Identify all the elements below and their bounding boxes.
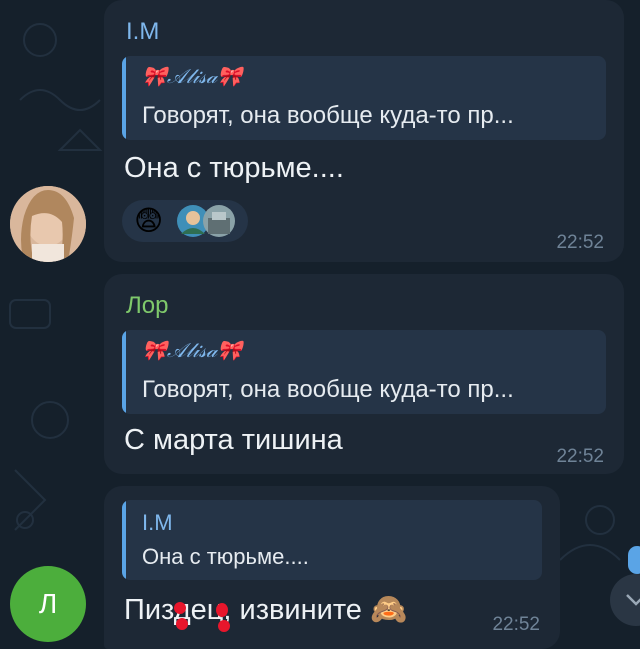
chevron-down-icon: [626, 594, 640, 606]
message-bubble[interactable]: I.M Она с тюрьме.... Пиздец, извините 🙈 …: [104, 486, 560, 649]
unread-indicator: [628, 546, 640, 574]
quote-author: 🎀𝒜𝓁𝒾𝓈𝒶🎀: [142, 338, 243, 362]
text-part: Пи: [124, 594, 162, 626]
message-text: С марта тишина: [124, 424, 343, 456]
quote-author: 🎀𝒜𝓁𝒾𝓈𝒶🎀: [142, 64, 243, 88]
quote-author: I.M: [142, 510, 173, 535]
reaction-emoji[interactable]: 😨: [134, 205, 163, 237]
sender-name[interactable]: Лор: [126, 292, 168, 320]
quote-bar: [122, 330, 126, 414]
message-time: 22:52: [556, 232, 604, 253]
reaction-pill[interactable]: 😨: [122, 200, 248, 242]
reply-quote[interactable]: 🎀𝒜𝓁𝒾𝓈𝒶🎀 Говорят, она вообще куда-то пр..…: [122, 330, 606, 414]
quote-bar: [122, 56, 126, 140]
emoji: 🙈: [369, 593, 408, 626]
quote-text: Она с тюрьме....: [142, 544, 309, 569]
reply-quote[interactable]: 🎀𝒜𝓁𝒾𝓈𝒶🎀 Говорят, она вообще куда-то пр..…: [122, 56, 606, 140]
avatar[interactable]: [10, 186, 86, 262]
message-text: Она с тюрьме....: [124, 152, 344, 184]
message-text: Пиздец, извините 🙈: [124, 592, 407, 627]
sender-name[interactable]: I.M: [126, 18, 159, 46]
message-time: 22:52: [556, 446, 604, 467]
avatar-letter: Л: [38, 588, 58, 619]
avatar[interactable]: Л: [10, 566, 86, 642]
message-bubble[interactable]: Лор 🎀𝒜𝓁𝒾𝓈𝒶🎀 Говорят, она вообще куда-то …: [104, 274, 624, 474]
message-time: 22:52: [492, 614, 540, 635]
quote-text: Говорят, она вообще куда-то пр...: [142, 102, 514, 129]
quote-text: Говорят, она вообще куда-то пр...: [142, 376, 514, 403]
censor-marks: [174, 602, 230, 632]
reply-quote[interactable]: I.M Она с тюрьме....: [122, 500, 542, 580]
sticker-avatar-icon: [203, 205, 235, 237]
message-bubble[interactable]: I.M 🎀𝒜𝓁𝒾𝓈𝒶🎀 Говорят, она вообще куда-то …: [104, 0, 624, 262]
quote-bar: [122, 500, 126, 580]
avatar-photo-icon: [10, 186, 86, 262]
